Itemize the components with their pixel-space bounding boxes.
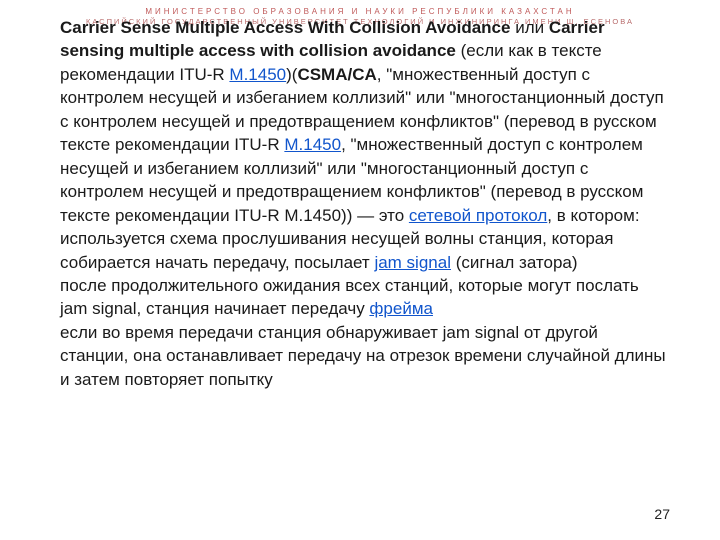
paragraph-2: используется схема прослушивания несущей… (60, 227, 670, 274)
text: , в котором: (547, 206, 639, 225)
paragraph-3: после продолжительного ожидания всех ста… (60, 274, 670, 321)
text: (сигнал затора) (451, 253, 578, 272)
slide-body: Carrier Sense Multiple Access With Colli… (60, 16, 670, 391)
link-m1450-1[interactable]: M.1450 (229, 65, 286, 84)
term-csma-ca-1: Carrier Sense Multiple Access With Colli… (60, 18, 510, 37)
text: или (510, 18, 548, 37)
page-number: 27 (654, 506, 670, 522)
abbr-csma-ca: CSMA/CA (297, 65, 376, 84)
paragraph-4: если во время передачи станция обнаружив… (60, 321, 670, 391)
link-jam-signal[interactable]: jam signal (374, 253, 451, 272)
link-frame[interactable]: фрейма (369, 299, 433, 318)
text: после продолжительного ожидания всех ста… (60, 276, 639, 318)
link-network-protocol[interactable]: сетевой протокол (409, 206, 547, 225)
link-m1450-2[interactable]: M.1450 (284, 135, 341, 154)
text: )( (286, 65, 297, 84)
paragraph-1: Carrier Sense Multiple Access With Colli… (60, 16, 670, 227)
